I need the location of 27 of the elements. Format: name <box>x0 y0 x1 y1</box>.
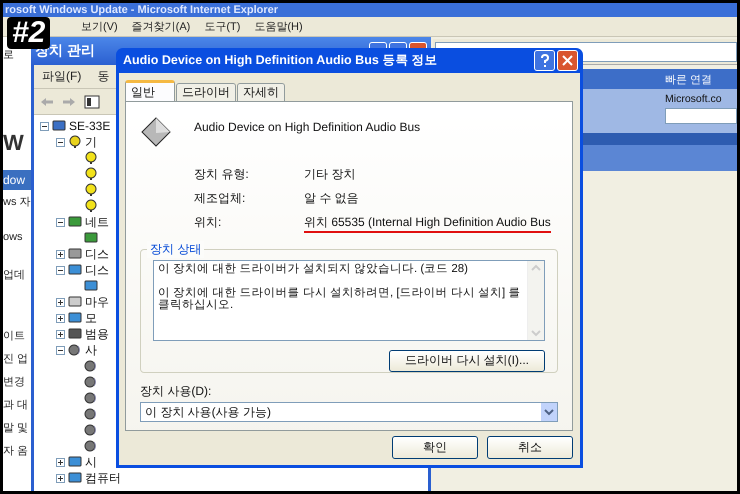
property-label: 위치: <box>194 214 222 231</box>
device-name: Audio Device on High Definition Audio Bus <box>194 119 420 134</box>
page-text: 과 대 <box>3 398 30 412</box>
page-text: ws 자 <box>3 195 31 209</box>
page-text: 변경 <box>3 375 26 389</box>
status-message: 이 장치에 대한 드라이버를 다시 설치하려면, [드라이버 다시 설치] 를 클릭하십시오. <box>158 287 522 311</box>
field-label: 장치 사용(D): <box>140 383 212 400</box>
page-text: ows <box>3 231 24 243</box>
window-title: rosoft Windows Update - Microsoft Internet Explorer <box>5 4 278 16</box>
property-value: 알 수 없음 <box>304 190 359 207</box>
page-text: 로 <box>3 48 15 62</box>
page-text: 자 옴 <box>3 444 30 458</box>
property-value: 기타 장치 <box>304 166 356 183</box>
page-text: 업데 <box>3 268 26 282</box>
property-label: 제조업체: <box>194 190 246 207</box>
step-badge: #2 <box>7 17 50 49</box>
page-text: 이트 <box>3 329 26 343</box>
dialog-title: Audio Device on High Definition Audio Bus 등록 정보 <box>123 52 438 69</box>
search-label: Microsoft.co <box>665 93 723 105</box>
property-value: 위치 65535 (Internal High Definition Audio Bus <box>304 214 551 233</box>
page-text: 진 업 <box>3 352 30 366</box>
page-text: 말 및 <box>3 421 30 435</box>
property-label: 장치 유형: <box>194 166 250 183</box>
page-text: dow <box>3 170 31 190</box>
group-title: 장치 상태 <box>147 241 204 258</box>
status-message: 이 장치에 대한 드라이버가 설치되지 않았습니다. (코드 28) <box>158 263 470 275</box>
page-heading: W <box>3 130 25 156</box>
